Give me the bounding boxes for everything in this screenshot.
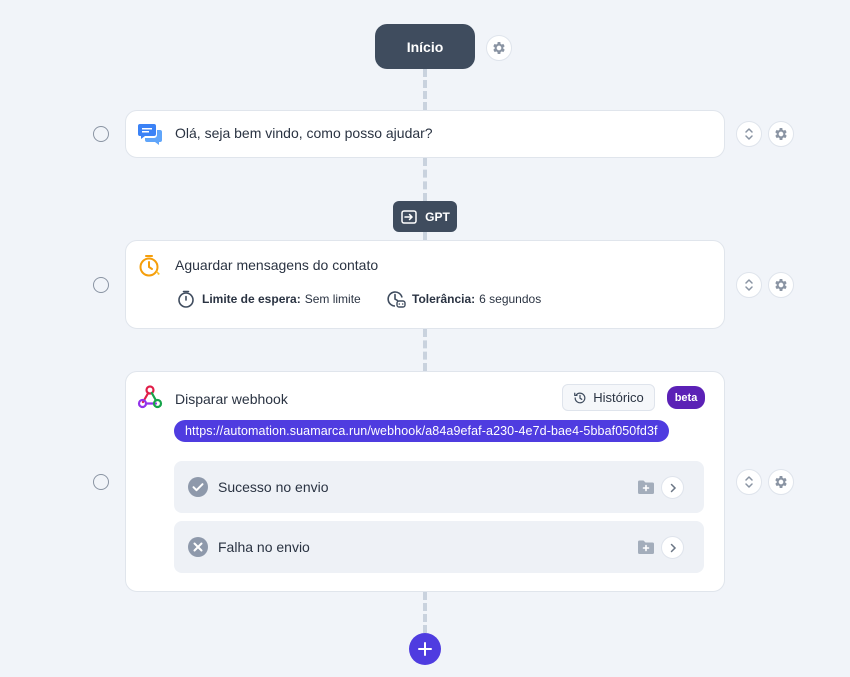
step-select-radio[interactable] <box>93 474 109 490</box>
step-select-radio[interactable] <box>93 277 109 293</box>
branch-open-button[interactable] <box>661 476 684 499</box>
start-settings-button[interactable] <box>486 35 512 61</box>
x-circle-icon <box>188 537 208 557</box>
message-step-card[interactable]: Olá, seja bem vindo, como posso ajudar? <box>125 110 725 158</box>
connector-line <box>423 329 427 371</box>
folder-add-icon[interactable] <box>637 539 655 555</box>
reorder-button[interactable] <box>736 469 762 495</box>
branch-open-button[interactable] <box>661 536 684 559</box>
branch-success[interactable]: Sucesso no envio <box>174 461 704 513</box>
gear-icon <box>775 279 787 291</box>
limit-label: Limite de espera: <box>202 292 301 306</box>
tolerance-label: Tolerância: <box>412 292 476 306</box>
wait-title: Aguardar mensagens do contato <box>175 257 379 273</box>
chevron-up-down-icon <box>745 279 753 291</box>
tolerance-value: 6 segundos <box>479 292 542 306</box>
branch-failure[interactable]: Falha no envio <box>174 521 704 573</box>
history-icon <box>574 392 586 403</box>
step-settings-button[interactable] <box>768 469 794 495</box>
clock-tolerance-icon <box>387 291 406 308</box>
plus-icon <box>418 642 432 656</box>
step-select-radio[interactable] <box>93 126 109 142</box>
connector-line <box>423 158 427 201</box>
check-circle-icon <box>188 477 208 497</box>
chevron-up-down-icon <box>745 128 753 140</box>
webhook-url[interactable]: https://automation.suamarca.run/webhook/… <box>174 420 669 442</box>
reorder-button[interactable] <box>736 272 762 298</box>
connector-line <box>423 69 427 110</box>
limit-value: Sem limite <box>304 292 361 306</box>
history-button[interactable]: Histórico <box>562 384 655 411</box>
history-label: Histórico <box>593 390 644 405</box>
wait-tolerance: Tolerância: 6 segundos <box>386 289 541 309</box>
gear-icon <box>775 128 787 140</box>
wait-step-card[interactable]: Aguardar mensagens do contato Limite de … <box>125 240 725 329</box>
webhook-icon <box>137 385 163 409</box>
connector-line <box>423 592 427 633</box>
branch-label: Falha no envio <box>218 539 310 555</box>
folder-add-icon[interactable] <box>637 479 655 495</box>
gpt-label: GPT <box>425 209 450 224</box>
webhook-step-card[interactable]: Disparar webhook Histórico beta https://… <box>125 371 725 592</box>
connector-line <box>423 232 427 240</box>
webhook-title: Disparar webhook <box>175 391 288 407</box>
transfer-icon <box>401 209 417 224</box>
branch-label: Sucesso no envio <box>218 479 329 495</box>
beta-badge: beta <box>667 386 705 409</box>
chevron-right-icon <box>670 543 676 552</box>
wait-limit: Limite de espera: Sem limite <box>176 289 361 309</box>
message-text: Olá, seja bem vindo, como posso ajudar? <box>175 125 433 141</box>
reorder-button[interactable] <box>736 121 762 147</box>
chevron-right-icon <box>670 483 676 492</box>
stopwatch-icon <box>139 255 160 277</box>
chat-bubbles-icon <box>138 124 162 145</box>
chevron-up-down-icon <box>745 476 753 488</box>
step-settings-button[interactable] <box>768 272 794 298</box>
add-step-button[interactable] <box>409 633 441 665</box>
step-settings-button[interactable] <box>768 121 794 147</box>
start-node[interactable]: Início <box>375 24 475 69</box>
gear-icon <box>775 476 787 488</box>
gpt-transition-tag[interactable]: GPT <box>393 201 457 232</box>
gear-icon <box>493 42 505 54</box>
timer-icon <box>178 290 194 308</box>
